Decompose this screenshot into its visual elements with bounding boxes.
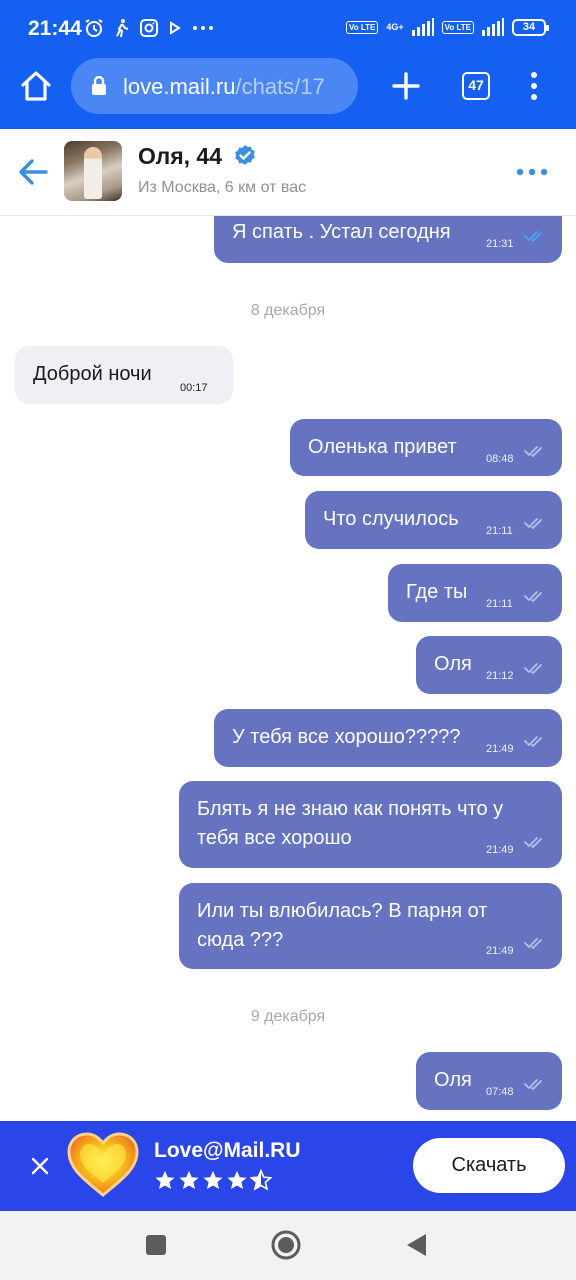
- url-text: love.mail.ru/chats/17: [123, 74, 351, 100]
- message-text-line2: тебя все хорошо: [197, 827, 352, 849]
- message-time: 21:31: [486, 238, 514, 250]
- message-outgoing[interactable]: Я спать . Устал сегодня 21:31: [214, 216, 562, 263]
- message-time: 21:11: [486, 598, 513, 610]
- app-promo-banner: Love@Mail.RU Скачать: [0, 1121, 576, 1211]
- sent-check-icon: [524, 837, 542, 848]
- signal-icon: [411, 18, 434, 36]
- love-mail-logo-icon: [67, 1132, 139, 1197]
- verified-icon: [235, 145, 255, 165]
- message-text: Оля: [434, 1069, 472, 1091]
- message-time: 07:48: [486, 1086, 514, 1098]
- message-outgoing[interactable]: Или ты влюбилась? В парня от сюда ??? 21…: [179, 883, 562, 969]
- status-notification-icons: [84, 18, 214, 38]
- instagram-icon: [140, 19, 158, 37]
- message-time: 08:48: [486, 453, 514, 465]
- walking-icon: [116, 19, 129, 38]
- message-time: 21:49: [486, 743, 514, 755]
- system-navigation-bar: [0, 1211, 576, 1280]
- message-outgoing[interactable]: Оленька привет 08:48: [290, 419, 562, 476]
- browser-toolbar: love.mail.ru/chats/17 47: [0, 58, 576, 129]
- message-text: Я спать . Устал сегодня: [232, 221, 451, 243]
- message-outgoing[interactable]: Где ты 21:11: [388, 564, 562, 622]
- promo-app-name: Love@Mail.RU: [154, 1139, 301, 1162]
- message-time: 21:49: [486, 844, 514, 856]
- message-text: Доброй ночи: [33, 363, 152, 385]
- message-text: Оля: [434, 653, 472, 675]
- download-button[interactable]: Скачать: [413, 1138, 565, 1193]
- signal-icon-2: [482, 18, 504, 36]
- status-bar: 21:44 Vo LTE 4G+ Vo LTE 34: [0, 0, 576, 58]
- home-icon[interactable]: [18, 68, 54, 104]
- status-time: 21:44: [28, 17, 82, 40]
- back-triangle-icon[interactable]: [404, 1232, 428, 1258]
- play-icon: [170, 21, 181, 35]
- message-text: Что случилось: [323, 508, 459, 530]
- message-text: Блять я не знаю как понять что у: [197, 798, 504, 820]
- network-type: 4G+: [386, 22, 404, 32]
- contact-name[interactable]: Оля, 44: [138, 143, 222, 170]
- message-text: У тебя все хорошо?????: [232, 726, 461, 748]
- url-path: /chats/17: [235, 74, 325, 99]
- message-time: 00:17: [180, 382, 208, 394]
- avatar[interactable]: [64, 141, 122, 201]
- message-outgoing[interactable]: У тебя все хорошо????? 21:49: [214, 709, 562, 767]
- message-text-line2: сюда ???: [197, 929, 284, 951]
- more-options-icon[interactable]: [516, 167, 548, 177]
- message-outgoing[interactable]: Оля 21:12: [416, 636, 562, 694]
- alarm-icon: [85, 19, 103, 37]
- message-outgoing[interactable]: Что случилось 21:11: [305, 491, 562, 549]
- more-notifications-icon: [193, 26, 213, 30]
- message-time: 21:49: [486, 945, 514, 957]
- message-time: 21:11: [486, 525, 513, 537]
- message-text: Где ты: [406, 581, 468, 603]
- sent-check-icon: [524, 446, 542, 457]
- volte-badge-2: Vo LTE: [441, 20, 474, 34]
- message-list[interactable]: Я спать . Устал сегодня 21:31 8 декабря …: [0, 216, 576, 1121]
- volte-badge: Vo LTE: [345, 20, 379, 34]
- back-arrow-icon[interactable]: [16, 155, 50, 189]
- read-check-icon: [524, 231, 542, 242]
- status-system-icons: Vo LTE 4G+ Vo LTE 34: [345, 18, 549, 36]
- chat-header: Оля, 44 Из Москва, 6 км от вас: [0, 129, 576, 216]
- rating-stars: [154, 1169, 272, 1191]
- recents-icon[interactable]: [146, 1235, 166, 1255]
- sent-check-icon: [524, 1079, 542, 1090]
- message-incoming[interactable]: Доброй ночи 00:17: [15, 346, 233, 404]
- message-text: Или ты влюбилась? В парня от: [197, 900, 488, 922]
- sent-check-icon: [524, 736, 542, 747]
- half-star-icon: [250, 1169, 272, 1191]
- close-icon[interactable]: [30, 1156, 50, 1176]
- battery-icon: 34: [512, 18, 549, 36]
- sent-check-icon: [524, 591, 542, 602]
- sent-check-icon: [524, 518, 542, 529]
- message-outgoing[interactable]: Оля 07:48: [416, 1052, 562, 1110]
- message-text: Оленька привет: [308, 436, 457, 458]
- star-icon: [179, 1170, 199, 1189]
- date-separator: 9 декабря: [250, 1008, 326, 1025]
- contact-location: Из Москва, 6 км от вас: [138, 179, 307, 196]
- star-icon: [155, 1170, 175, 1189]
- menu-icon[interactable]: [524, 70, 544, 102]
- plus-icon[interactable]: [390, 70, 422, 102]
- address-bar[interactable]: love.mail.ru/chats/17: [71, 58, 358, 114]
- date-separator: 8 декабря: [250, 302, 326, 319]
- sent-check-icon: [524, 938, 542, 949]
- sent-check-icon: [524, 663, 542, 674]
- url-domain: love.mail.ru: [123, 74, 236, 99]
- home-circle-icon[interactable]: [270, 1229, 302, 1261]
- message-time: 21:12: [486, 670, 514, 682]
- star-icon: [227, 1170, 247, 1189]
- star-icon: [203, 1170, 223, 1189]
- message-outgoing[interactable]: Блять я не знаю как понять что у тебя вс…: [179, 781, 562, 868]
- tabs-button[interactable]: 47: [462, 72, 490, 100]
- lock-icon: [92, 76, 106, 95]
